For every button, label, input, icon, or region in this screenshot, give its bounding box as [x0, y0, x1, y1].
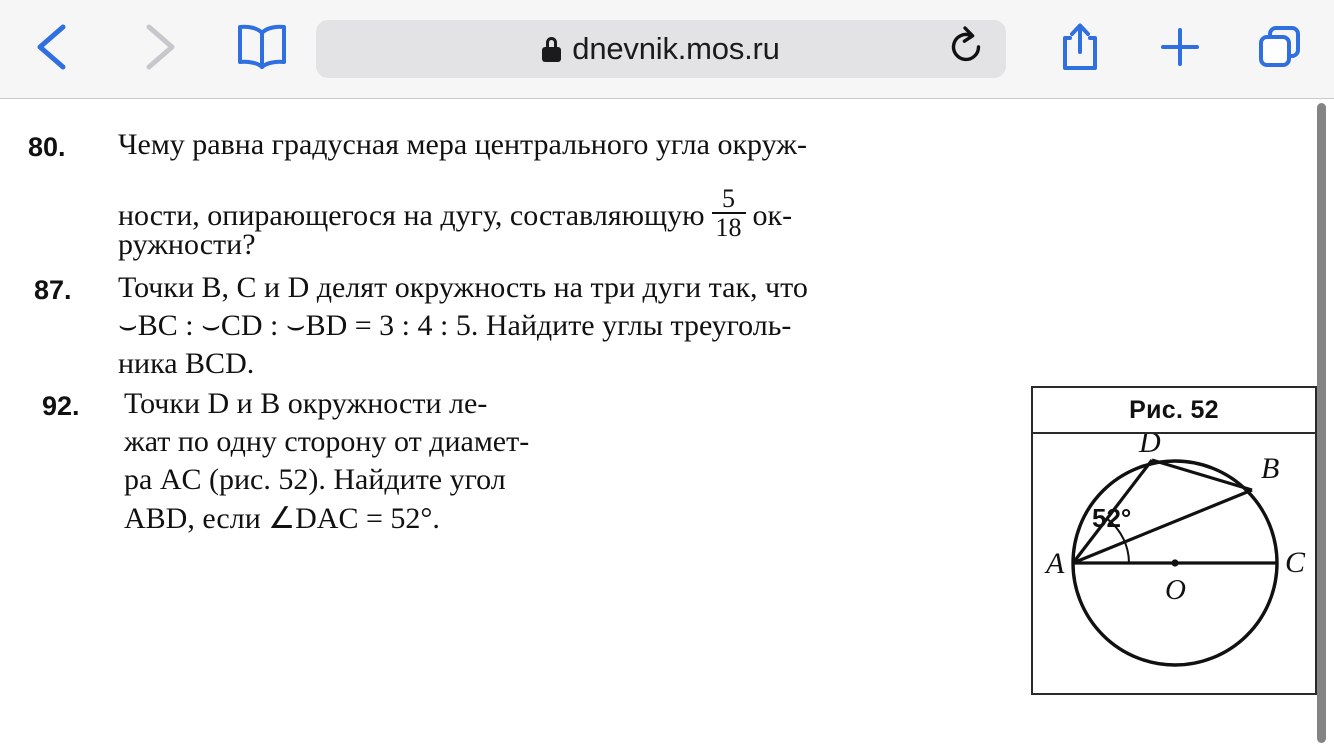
fraction-denominator: 18 [711, 212, 746, 242]
problem-80-number: 80. [28, 132, 66, 162]
problem-87-line-1: Точки B, C и D делят окружность на три д… [118, 271, 808, 304]
bookmarks-button[interactable] [208, 0, 316, 99]
url-text: dnevnik.mos.ru [572, 31, 780, 66]
problem-92-line-4: ABD, если ∠DAC = 52°. [124, 502, 440, 535]
problem-80-line-3: ружности? [118, 228, 256, 261]
browser-window: dnevnik.mos.ru 80. Чему равна градусная … [0, 0, 1334, 750]
reload-icon [943, 24, 989, 75]
book-icon [234, 22, 290, 77]
back-button[interactable] [0, 0, 108, 99]
problem-87-line-2: ⌣BC : ⌣CD : ⌣BD = 3 : 4 : 5. Найдите угл… [118, 309, 792, 342]
chevron-left-icon [31, 21, 77, 78]
problem-80-line-2-tail: ок- [752, 199, 793, 232]
problem-80-line-1: Чему равна градусная мера центрального у… [118, 128, 807, 161]
forward-button [108, 0, 208, 99]
new-tab-button[interactable] [1130, 0, 1230, 99]
center-point-O [1171, 559, 1179, 567]
problem-92-number: 92. [42, 391, 80, 421]
figure-52: Рис. 52 A C D B O 52° [1031, 386, 1317, 695]
tab-overview-button[interactable] [1230, 0, 1330, 99]
figure-52-drawing: A C D B O 52° [1044, 434, 1306, 667]
problem-92-line-1: Точки D и B окружности ле- [124, 387, 488, 420]
share-icon [1056, 19, 1104, 80]
problem-92-line-3: ра AC (рис. 52). Найдите угол [124, 463, 506, 496]
label-C: C [1285, 546, 1306, 579]
label-A: A [1044, 547, 1065, 580]
figure-caption: Рис. 52 [1033, 388, 1315, 434]
tabs-icon [1253, 20, 1307, 79]
label-O: O [1165, 574, 1186, 606]
plus-icon [1155, 22, 1205, 77]
share-button[interactable] [1030, 0, 1130, 99]
angle-label-52: 52° [1092, 503, 1131, 533]
vertical-scrollbar[interactable] [1317, 103, 1326, 743]
problem-92-line-2: жат по одну сторону от диамет- [124, 425, 530, 458]
problem-87-line-3: ника BCD. [118, 347, 255, 380]
lock-icon [542, 36, 562, 62]
address-bar-content: dnevnik.mos.ru [542, 31, 780, 67]
page-content: 80. Чему равна градусная мера центрально… [0, 100, 1334, 750]
reload-button[interactable] [940, 23, 992, 75]
problem-87-number: 87. [34, 275, 72, 305]
address-bar[interactable]: dnevnik.mos.ru [316, 20, 1006, 78]
label-B: B [1261, 452, 1279, 485]
label-D: D [1138, 434, 1161, 459]
fraction-5-18: 5 18 [711, 184, 746, 242]
safari-toolbar: dnevnik.mos.ru [0, 0, 1334, 99]
chevron-right-icon [135, 21, 181, 78]
fraction-numerator: 5 [722, 184, 736, 213]
